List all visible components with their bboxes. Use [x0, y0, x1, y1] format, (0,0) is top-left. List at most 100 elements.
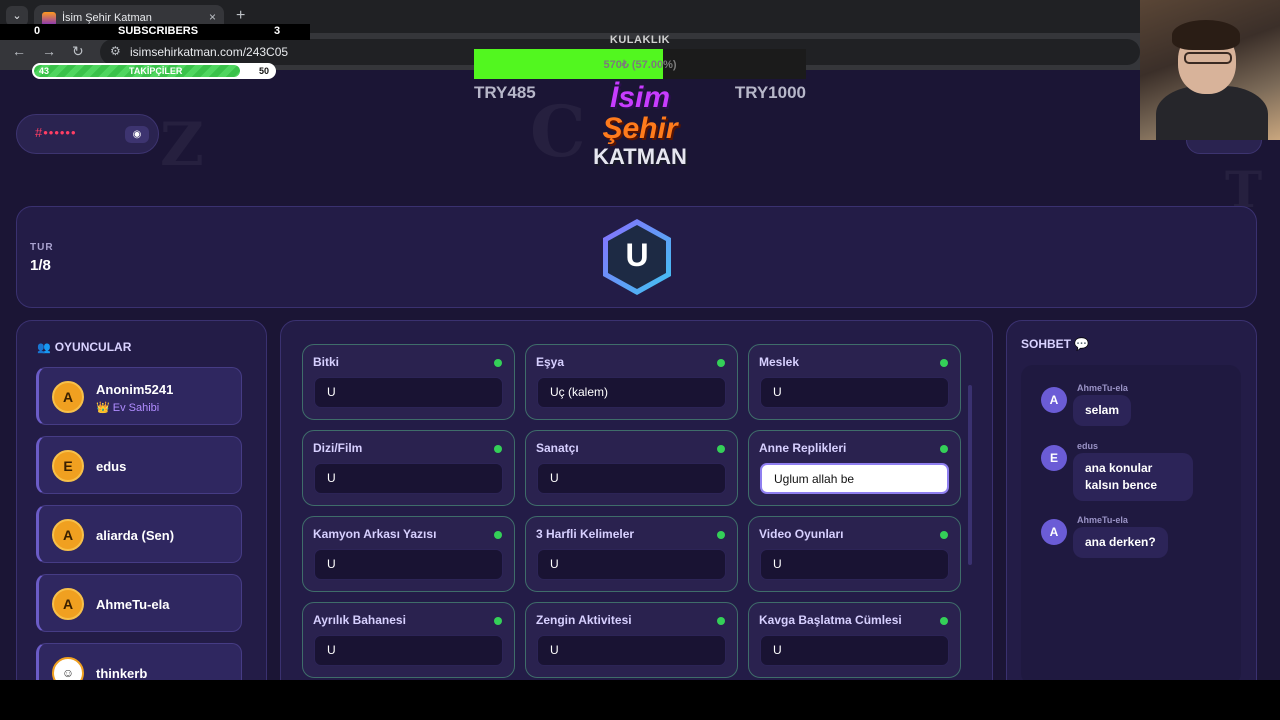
- category-label: 3 Harfli Kelimeler: [536, 527, 635, 541]
- category-label: Video Oyunları: [759, 527, 844, 541]
- category-input[interactable]: U: [537, 549, 726, 580]
- category-input[interactable]: U: [537, 463, 726, 494]
- category-card: Meslek U: [748, 344, 961, 420]
- letterbox-bottom: [0, 680, 1280, 720]
- category-input[interactable]: U: [314, 549, 503, 580]
- tab-title: İsim Şehir Katman: [62, 12, 152, 24]
- close-tab-icon[interactable]: ×: [209, 10, 216, 24]
- follower-current: 43: [39, 66, 50, 76]
- reload-icon[interactable]: ↻: [72, 43, 84, 60]
- category-input-focused[interactable]: Uglum allah be: [760, 463, 949, 494]
- round-value: 1/8: [30, 257, 51, 274]
- category-card: Sanatçı U: [525, 430, 738, 506]
- category-label: Bitki: [313, 355, 340, 369]
- status-dot-icon: [717, 359, 725, 367]
- avatar: ☺: [52, 657, 84, 680]
- category-label: Ayrılık Bahanesi: [313, 613, 406, 627]
- category-label: Sanatçı: [536, 441, 579, 455]
- webcam-overlay: [1140, 0, 1280, 140]
- category-input[interactable]: Uç (kalem): [537, 377, 726, 408]
- chat-messages: A AhmeTu-ela selam E edus ana konular ka…: [1021, 365, 1241, 680]
- category-card: Anne Replikleri Uglum allah be: [748, 430, 961, 506]
- message-text: selam: [1073, 395, 1132, 426]
- category-input[interactable]: U: [314, 377, 503, 408]
- site-settings-icon[interactable]: ⚙: [110, 44, 121, 58]
- logo-line-2: Şehir: [602, 112, 678, 145]
- subscriber-right-count: 3: [274, 25, 281, 37]
- category-input[interactable]: U: [760, 377, 949, 408]
- message-text: ana derken?: [1073, 527, 1168, 558]
- logo-line-3: KATMAN: [593, 144, 687, 169]
- avatar: A: [52, 381, 84, 413]
- host-badge: 👑 Ev Sahibi: [96, 402, 160, 414]
- category-label: Dizi/Film: [313, 441, 363, 455]
- category-card: 3 Harfli Kelimeler U: [525, 516, 738, 592]
- category-card: Dizi/Film U: [302, 430, 515, 506]
- forward-icon[interactable]: →: [42, 43, 56, 59]
- webcam-hair: [1172, 20, 1240, 50]
- avatar: A: [52, 519, 84, 551]
- avatar: A: [52, 588, 84, 620]
- category-input[interactable]: U: [537, 635, 726, 666]
- category-card: Video Oyunları U: [748, 516, 961, 592]
- message-author: edus: [1077, 441, 1099, 451]
- player-name: edus: [96, 459, 127, 474]
- url-text: isimsehirkatman.com/243C05: [130, 45, 289, 59]
- status-dot-icon: [494, 617, 502, 625]
- player-card: A Anonim5241 👑 Ev Sahibi: [36, 367, 242, 425]
- category-label: Kavga Başlatma Cümlesi: [759, 613, 902, 627]
- status-dot-icon: [494, 445, 502, 453]
- avatar: E: [1041, 445, 1067, 471]
- follower-goal-bar: 43 TAKİPÇİLER 50: [32, 63, 276, 79]
- category-board: Bitki U Eşya Uç (kalem) Meslek U Dizi/Film U…: [280, 320, 993, 680]
- category-card: Eşya Uç (kalem): [525, 344, 738, 420]
- round-panel: TUR 1/8 U: [16, 206, 1257, 308]
- subscriber-goal-bar: 0 SUBSCRIBERS 3: [0, 24, 310, 40]
- category-input[interactable]: U: [760, 549, 949, 580]
- avatar: A: [1041, 387, 1067, 413]
- room-code-masked: #••••••: [35, 125, 77, 140]
- goal-progress-bar: 570₺ (57.00%): [474, 49, 806, 79]
- player-card: ☺ thinkerb: [36, 643, 242, 680]
- back-icon[interactable]: ←: [12, 43, 26, 59]
- category-card: Bitki U: [302, 344, 515, 420]
- message-text: ana konular kalsın bence: [1073, 453, 1193, 501]
- current-letter: U: [625, 237, 649, 273]
- status-dot-icon: [940, 359, 948, 367]
- board-scrollbar[interactable]: [968, 385, 972, 565]
- category-input[interactable]: U: [760, 635, 949, 666]
- avatar: A: [1041, 519, 1067, 545]
- category-label: Zengin Aktivitesi: [536, 613, 632, 627]
- chevron-down-icon[interactable]: ⌄: [6, 6, 28, 26]
- player-name: aliarda (Sen): [96, 528, 175, 543]
- category-input[interactable]: U: [314, 635, 503, 666]
- player-name: AhmeTu-ela: [96, 597, 170, 612]
- category-input[interactable]: U: [314, 463, 503, 494]
- new-tab-icon[interactable]: +: [236, 7, 245, 25]
- goal-title: KULAKLIK: [609, 34, 671, 46]
- players-title: 👥 OYUNCULAR: [37, 340, 132, 354]
- category-label: Kamyon Arkası Yazısı: [313, 527, 437, 541]
- users-icon: 👥: [37, 342, 51, 354]
- player-name: Anonim5241: [96, 382, 174, 397]
- category-label: Anne Replikleri: [759, 441, 847, 455]
- goal-end: TRY1000: [734, 83, 806, 102]
- webcam-body: [1156, 86, 1268, 140]
- status-dot-icon: [940, 531, 948, 539]
- message-author: AhmeTu-ela: [1077, 383, 1128, 393]
- status-dot-icon: [717, 617, 725, 625]
- player-card: A AhmeTu-ela: [36, 574, 242, 632]
- player-name: thinkerb: [96, 666, 148, 680]
- status-dot-icon: [940, 617, 948, 625]
- game-page: Z C T #•••••• ◉ İsim Şehir KATMAN TUR 1/…: [0, 70, 1280, 680]
- goal-start: TRY485: [474, 83, 536, 102]
- status-dot-icon: [494, 531, 502, 539]
- webcam-glasses: [1184, 52, 1232, 64]
- current-letter-badge: U: [597, 217, 677, 297]
- eye-icon[interactable]: ◉: [125, 126, 149, 143]
- player-card: A aliarda (Sen): [36, 505, 242, 563]
- status-dot-icon: [940, 445, 948, 453]
- status-dot-icon: [494, 359, 502, 367]
- subscriber-left-count: 0: [34, 25, 41, 37]
- avatar: E: [52, 450, 84, 482]
